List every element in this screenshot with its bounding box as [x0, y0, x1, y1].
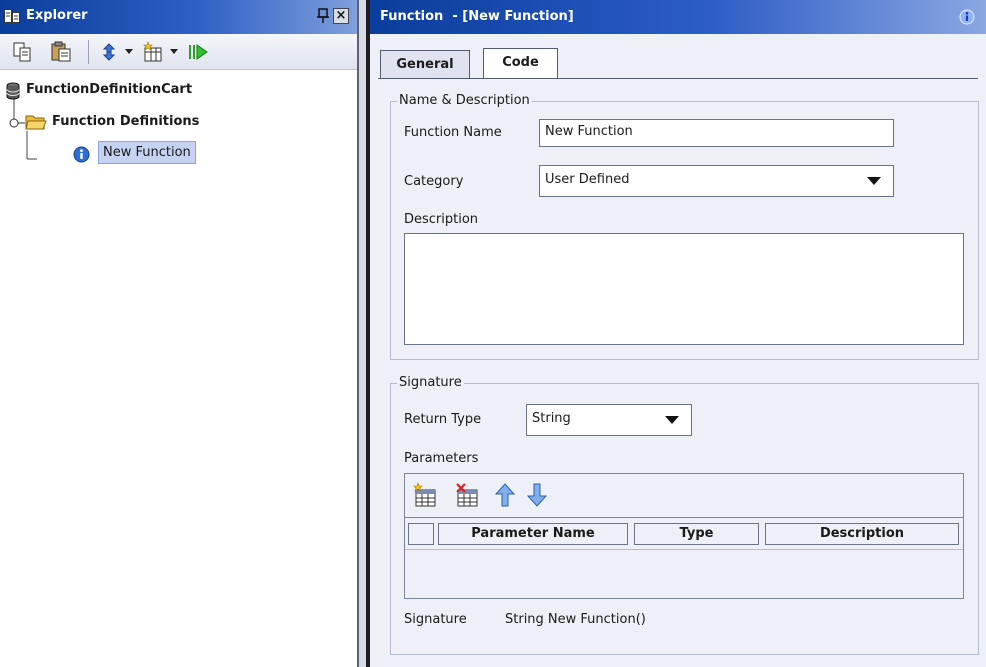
add-parameter-icon[interactable]: [413, 482, 437, 508]
arrow-down-icon[interactable]: [525, 482, 549, 508]
delete-parameter-icon[interactable]: [455, 482, 479, 508]
tree-item-new-function[interactable]: New Function: [0, 140, 300, 170]
new-item-icon[interactable]: [142, 41, 164, 63]
tab-general[interactable]: General: [380, 50, 470, 78]
close-icon[interactable]: ×: [333, 8, 349, 24]
explorer-titlebar: Explorer ×: [0, 0, 357, 34]
copy-icon[interactable]: [12, 41, 34, 63]
function-name-label: Function Name: [404, 125, 502, 140]
expander-icon[interactable]: [7, 114, 25, 132]
function-name-input[interactable]: New Function: [539, 119, 894, 147]
arrow-up-icon[interactable]: [493, 482, 517, 508]
grid-divider: [405, 549, 963, 550]
return-type-select[interactable]: String: [526, 404, 692, 436]
tree-root-label: FunctionDefinitionCart: [26, 82, 193, 97]
tree-leaf-label[interactable]: New Function: [98, 141, 196, 164]
parameters-label: Parameters: [404, 451, 479, 466]
editor-title: Function - [New Function]: [380, 9, 574, 24]
explorer-pane: Explorer × FunctionDefinitionCart Functi…: [0, 0, 357, 667]
description-label: Description: [404, 212, 479, 227]
pin-icon[interactable]: [316, 8, 330, 24]
group-legend: Signature: [397, 375, 464, 390]
row-selector-header: [408, 523, 434, 545]
toolbar-separator: [88, 40, 89, 64]
chevron-down-icon[interactable]: [170, 47, 178, 55]
return-type-label: Return Type: [404, 412, 482, 427]
return-type-value: String: [532, 411, 571, 426]
signature-label: Signature: [404, 612, 467, 627]
explorer-icon: [4, 9, 20, 23]
category-value: User Defined: [545, 172, 630, 187]
category-label: Category: [404, 174, 464, 189]
signature-value: String New Function(): [505, 612, 646, 627]
tab-code[interactable]: Code: [483, 48, 558, 78]
tree-item-function-definitions[interactable]: Function Definitions: [0, 111, 300, 135]
run-icon[interactable]: [187, 41, 209, 63]
column-header-description[interactable]: Description: [765, 523, 959, 545]
chevron-down-icon[interactable]: [125, 47, 133, 55]
info-icon: [73, 146, 90, 163]
tab-strip-line: [378, 78, 978, 79]
column-header-type[interactable]: Type: [634, 523, 759, 545]
paste-icon[interactable]: [50, 41, 72, 63]
refresh-icon[interactable]: [98, 41, 120, 63]
tree-folder-label: Function Definitions: [52, 114, 200, 129]
folder-open-icon: [25, 115, 47, 130]
splitter-border: [357, 0, 359, 667]
explorer-title: Explorer: [26, 8, 88, 23]
dropdown-arrow-icon[interactable]: [867, 177, 881, 185]
parameters-grid: Parameter Name Type Description: [404, 473, 964, 599]
description-textarea[interactable]: [404, 233, 964, 345]
category-select[interactable]: User Defined: [539, 165, 894, 197]
database-icon: [6, 82, 20, 100]
help-info-icon[interactable]: [959, 9, 975, 25]
pane-splitter[interactable]: [357, 0, 370, 667]
group-legend: Name & Description: [397, 93, 532, 108]
column-header-parameter-name[interactable]: Parameter Name: [438, 523, 628, 545]
dropdown-arrow-icon[interactable]: [665, 416, 679, 424]
parameters-toolbar: [405, 474, 963, 518]
tree-item-root[interactable]: FunctionDefinitionCart: [0, 80, 300, 104]
explorer-toolbar: [0, 34, 357, 70]
editor-titlebar: Function - [New Function]: [370, 0, 986, 34]
